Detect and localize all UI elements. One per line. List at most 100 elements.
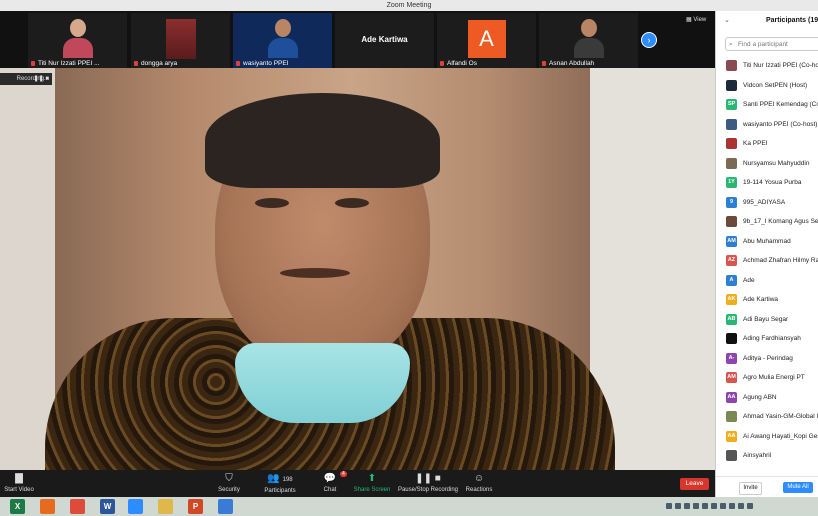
participant-name: Ading Fardhiansyah	[743, 335, 801, 342]
participant-search-input[interactable]: ⌕ Find a participant	[725, 37, 818, 51]
search-icon: ⌕	[729, 41, 733, 48]
participant-avatar	[726, 79, 737, 91]
chevron-down-icon[interactable]: ⌄	[724, 11, 730, 31]
participant-name: Ainsyahril	[743, 452, 772, 459]
video-tile-asnan[interactable]: Asnan Abdullah	[539, 13, 638, 68]
security-button[interactable]: ⛉ Security	[214, 470, 244, 497]
participant-list-item[interactable]: Ainsyahril	[716, 446, 818, 466]
avatar: A	[467, 20, 506, 58]
reactions-label: Reactions	[465, 487, 493, 493]
participant-avatar	[726, 411, 737, 422]
recording-button-label: Pause/Stop Recording	[397, 487, 459, 493]
participant-avatar	[726, 118, 737, 130]
participant-avatar: AZ	[726, 255, 737, 266]
invite-button[interactable]: Invite	[739, 482, 762, 495]
participant-list-item[interactable]: AK Ade Kartiwa	[716, 290, 818, 310]
participant-list-item[interactable]: 9b_17_I Komang Agus Septiawan	[716, 212, 818, 232]
participant-name: 19-114 Yosua Purba	[743, 179, 802, 186]
recording-indicator[interactable]: Recording... ❚❚ ■	[0, 73, 52, 85]
participant-list-item[interactable]: Titi Nur Izzati PPEI (Co-host, me)	[716, 56, 818, 76]
participant-avatar: AK	[726, 294, 737, 305]
video-tile-dongga[interactable]: dongga arya	[131, 13, 230, 68]
participant-list-item[interactable]: AZ Achmad Zhafran Hilmy Ramadhan	[716, 251, 818, 271]
participant-name: 9b_17_I Komang Agus Septiawan	[743, 218, 818, 225]
participant-list-item[interactable]: AM Agro Mulia Energi PT	[716, 368, 818, 388]
view-button[interactable]: ▦ View	[686, 16, 706, 23]
taskbar-app-4[interactable]	[128, 499, 143, 514]
participant-name: Agro Mulia Energi PT	[743, 374, 805, 381]
mic-muted-icon	[236, 60, 240, 66]
participant-list: Titi Nur Izzati PPEI (Co-host, me) Vidcon…	[716, 56, 818, 466]
participant-avatar	[726, 450, 737, 461]
participant-avatar	[726, 216, 737, 227]
next-page-button[interactable]: ›	[641, 32, 657, 48]
reactions-button[interactable]: ☺ Reactions	[463, 470, 495, 497]
participant-avatar	[726, 333, 737, 344]
tile-name: wasiyanto PPEI	[243, 60, 289, 67]
participant-name: Aditya - Perindag	[743, 354, 793, 362]
participants-button[interactable]: 👥 198 Participants	[262, 470, 298, 497]
os-taskbar: X W P	[0, 497, 818, 516]
participant-avatar: AM	[726, 372, 737, 383]
participant-name: Ai Awang Hayati_Kopi Gesit	[743, 432, 818, 440]
video-tile-titi[interactable]: Titi Nur Izzati PPEI ...	[28, 13, 127, 68]
powerpoint-icon: P	[192, 502, 199, 511]
participant-list-item[interactable]: SP Santi PPEI Kemendag (Co-host)	[716, 95, 818, 115]
participant-name: 995_ADIYASA	[743, 198, 786, 206]
participant-list-item[interactable]: Ading Fardhiansyah	[716, 329, 818, 349]
mic-muted-icon	[542, 60, 546, 66]
participant-avatar: AB	[726, 313, 737, 325]
participant-list-item[interactable]: A- Aditya - Perindag	[716, 349, 818, 369]
participant-video	[573, 19, 604, 58]
participant-avatar: AA	[726, 391, 737, 403]
participant-name: Achmad Zhafran Hilmy Ramadhan	[743, 257, 818, 264]
video-tile-alfandi[interactable]: A Alfandi Os	[437, 13, 536, 68]
participant-name: Titi Nur Izzati PPEI (Co-host, me)	[743, 62, 818, 69]
participant-name: Abu Muhammad	[743, 237, 791, 245]
participant-list-item[interactable]: 9 995_ADIYASA	[716, 193, 818, 213]
shield-icon: ⛉	[225, 473, 233, 484]
share-screen-label: Share Screen	[353, 487, 391, 493]
taskbar-app-0[interactable]: X	[10, 499, 25, 514]
participant-name: wasiyanto PPEI (Co-host)	[743, 120, 818, 128]
participant-name: Ade Kartiwa	[743, 296, 779, 303]
participant-list-item[interactable]: 1Y 19-114 Yosua Purba	[716, 173, 818, 193]
recording-button[interactable]: ❚❚ ■ Pause/Stop Recording	[397, 470, 459, 497]
participant-list-item[interactable]: wasiyanto PPEI (Co-host)	[716, 115, 818, 135]
participant-list-item[interactable]: AM Abu Muhammad	[716, 232, 818, 252]
main-speaker-video	[0, 68, 715, 470]
video-tile-ade-kartiwa[interactable]: Ade Kartiwa	[335, 13, 434, 68]
participant-list-item[interactable]: AB Adi Bayu Segar	[716, 310, 818, 330]
mute-all-button[interactable]: Mute All	[783, 482, 813, 493]
taskbar-app-7[interactable]	[218, 499, 233, 514]
chat-icon: 💬	[323, 473, 337, 484]
participant-list-item[interactable]: AA Agung ABN	[716, 388, 818, 408]
participant-avatar: 1Y	[726, 177, 737, 188]
participant-list-item[interactable]: Ka PPEI	[716, 134, 818, 154]
taskbar-app-3[interactable]: W	[100, 499, 115, 514]
participant-name: Ka PPEI	[743, 140, 768, 147]
participant-name: Ahmad Yasin-GM-Global Inti	[743, 413, 818, 420]
participant-list-item[interactable]: Ahmad Yasin-GM-Global Inti	[716, 407, 818, 427]
people-icon: 👥 198	[267, 473, 293, 484]
start-video-label: Start Video	[4, 487, 34, 493]
taskbar-app-2[interactable]	[70, 499, 85, 514]
taskbar-app-5[interactable]	[158, 499, 173, 514]
participant-list-item[interactable]: A Ade	[716, 271, 818, 291]
share-screen-button[interactable]: ⬆ Share Screen	[353, 470, 391, 497]
chevron-right-icon: ›	[647, 35, 651, 45]
taskbar-app-1[interactable]	[40, 499, 55, 514]
participant-list-item[interactable]: Nursyamsu Mahyuddin	[716, 154, 818, 174]
video-off-icon: ▇̸	[15, 473, 23, 484]
video-tile-wasiyanto[interactable]: wasiyanto PPEI	[233, 13, 332, 68]
participant-list-item[interactable]: Vidcon SetPEN (Host)	[716, 76, 818, 96]
chat-button[interactable]: 💬 4 Chat	[318, 470, 347, 497]
pause-stop-icon: ❚❚ ■	[33, 76, 49, 82]
search-placeholder: Find a participant	[738, 41, 788, 48]
start-video-button[interactable]: ▇̸ Start Video	[0, 470, 38, 497]
leave-button[interactable]: Leave	[680, 478, 709, 490]
participant-list-item[interactable]: AA Ai Awang Hayati_Kopi Gesit	[716, 427, 818, 447]
participant-avatar	[726, 157, 737, 169]
taskbar-app-6[interactable]: P	[188, 499, 203, 514]
participant-video	[165, 19, 196, 59]
